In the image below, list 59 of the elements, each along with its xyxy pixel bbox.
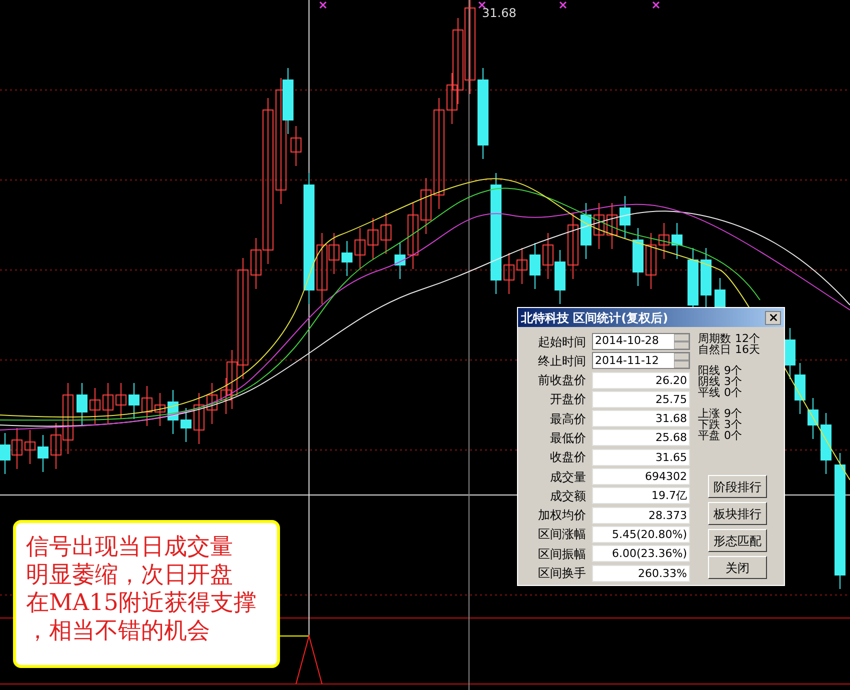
field-label: 区间涨幅	[537, 526, 587, 544]
field-label: 收盘价	[549, 449, 587, 466]
close-icon	[768, 312, 778, 323]
date-value: 2014-11-12	[595, 352, 659, 369]
stat-label: 平盘	[698, 430, 720, 441]
value-field: 5.45(20.80%)	[592, 526, 690, 543]
stat-label: 下跌	[698, 419, 720, 430]
field-label: 成交量	[549, 468, 587, 486]
value-field: 25.68	[592, 429, 690, 446]
field-label: 终止时间	[537, 352, 587, 370]
stat-value: 9个	[724, 408, 742, 419]
cross-marker-icon	[652, 1, 660, 9]
annotation-text: 信号出现当日成交量 明显萎缩，次日开盘 在MA15附近获得支撑 ，相当不错的机会	[26, 533, 258, 645]
stat-label: 上涨	[698, 408, 720, 419]
value-field: 6.00(23.36%)	[592, 545, 690, 562]
value-field: 260.33%	[592, 564, 690, 582]
field-label: 加权均价	[537, 507, 587, 524]
field-label: 前收盘价	[537, 372, 587, 390]
date-input[interactable]: 2014-10-28	[592, 333, 690, 350]
value-field: 19.7亿	[592, 487, 690, 504]
stat-value: 12个	[735, 333, 760, 344]
stat-label: 平线	[698, 387, 720, 398]
value-field: 25.75	[592, 390, 690, 408]
cross-marker-icon	[478, 1, 486, 9]
dialog-button[interactable]: 板块排行	[708, 502, 767, 525]
stat-label: 周期数	[698, 333, 731, 344]
field-label: 起始时间	[537, 334, 587, 350]
dialog-button[interactable]: 阶段排行	[708, 475, 767, 498]
value-field: 31.65	[592, 448, 690, 466]
field-label: 区间换手	[537, 565, 587, 582]
field-label: 区间振幅	[537, 546, 587, 563]
field-label: 最低价	[549, 430, 587, 447]
cross-marker-icon	[559, 1, 567, 9]
spinner-icon	[674, 334, 689, 349]
stat-value: 3个	[724, 419, 742, 430]
dialog-button[interactable]: 关闭	[708, 556, 767, 579]
stat-label: 自然日	[698, 344, 731, 355]
high-price-label: 31.68	[482, 5, 516, 22]
close-button[interactable]	[765, 310, 781, 324]
value-field: 694302	[592, 468, 690, 486]
value-field: 26.20	[592, 372, 690, 389]
stat-value: 3个	[724, 376, 742, 387]
value-field: 31.68	[592, 410, 690, 428]
stat-label: 阳线	[698, 365, 720, 376]
stat-value: 0个	[724, 387, 742, 398]
dialog-title: 北特科技 区间统计(复权后)	[521, 310, 668, 326]
spinner-icon	[674, 353, 689, 368]
stat-value: 0个	[724, 430, 742, 441]
value-field: 28.373	[592, 506, 690, 524]
stat-label: 阴线	[698, 376, 720, 387]
date-value: 2014-10-28	[595, 333, 659, 350]
stat-value: 16天	[735, 344, 760, 355]
cross-marker-icon	[319, 1, 327, 9]
field-label: 开盘价	[549, 391, 587, 408]
stat-value: 9个	[724, 365, 742, 376]
field-label: 最高价	[549, 410, 587, 428]
field-label: 成交额	[549, 488, 587, 505]
date-input[interactable]: 2014-11-12	[592, 352, 690, 370]
dialog-button[interactable]: 形态匹配	[708, 529, 767, 552]
